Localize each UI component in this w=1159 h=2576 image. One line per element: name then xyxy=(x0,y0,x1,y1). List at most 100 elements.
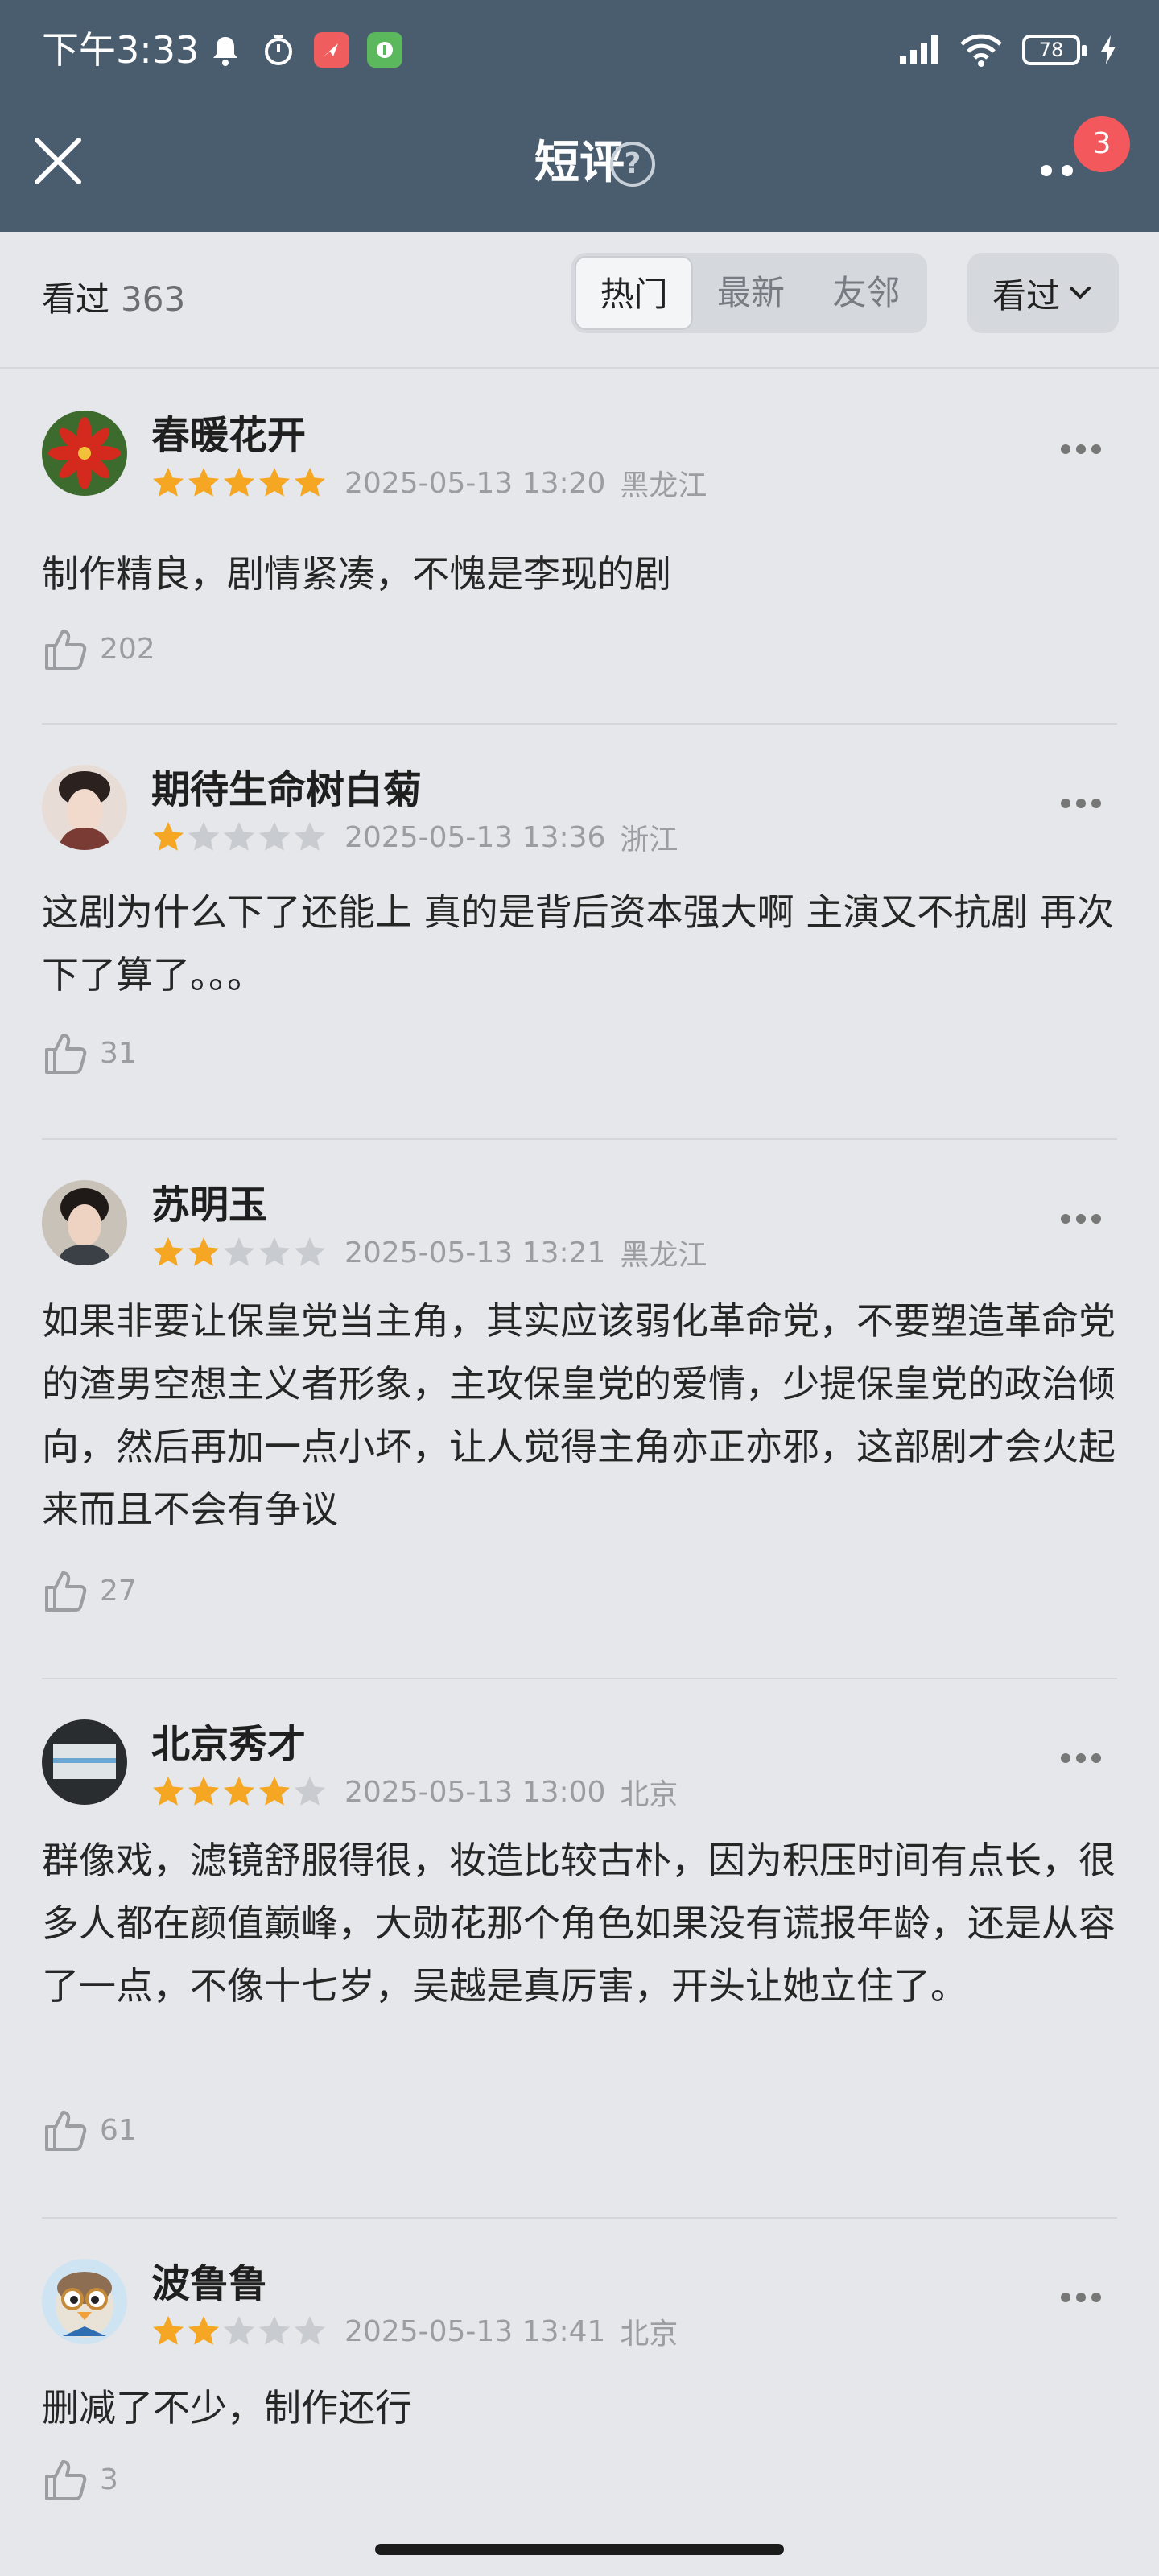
status-system-icons: 78 xyxy=(898,27,1117,72)
star-rating xyxy=(151,466,327,500)
status-bar: 下午3:33 78 xyxy=(0,0,1159,97)
watched-label: 看过 xyxy=(42,279,110,319)
more-options-icon[interactable] xyxy=(1059,797,1103,810)
username[interactable]: 春暖花开 xyxy=(151,412,306,459)
star-filled-icon xyxy=(224,1777,254,1806)
review-meta: 2025-05-13 13:20 黑龙江 xyxy=(151,465,707,502)
signal-icon xyxy=(900,35,938,64)
top-header: 下午3:33 78 短评 ? 3 xyxy=(0,0,1159,232)
star-empty-icon xyxy=(259,822,290,851)
avatar[interactable] xyxy=(42,765,127,850)
tab-latest[interactable]: 最新 xyxy=(693,256,808,330)
thumbs-up-icon xyxy=(45,1034,87,1074)
page-title: 短评 xyxy=(534,137,625,189)
review-item: 期待生命树白菊 2025-05-13 13:36 浙江 这剧为什么下了还能上 真… xyxy=(42,724,1117,1140)
avatar[interactable] xyxy=(42,1719,127,1805)
like-count: 3 xyxy=(100,2462,118,2496)
star-empty-icon xyxy=(224,2316,254,2345)
red-flower-avatar-icon xyxy=(42,411,127,496)
tab-hot[interactable]: 热门 xyxy=(575,256,694,330)
avatar[interactable] xyxy=(42,2259,127,2344)
notification-badge[interactable]: 3 xyxy=(1074,116,1130,172)
like-button[interactable]: 31 xyxy=(42,1029,137,1077)
review-location: 北京 xyxy=(620,2318,678,2351)
star-empty-icon xyxy=(295,1237,325,1266)
star-filled-icon xyxy=(188,2316,219,2345)
status-notification-icons xyxy=(208,27,402,72)
star-filled-icon xyxy=(153,822,184,851)
more-options-icon[interactable] xyxy=(1059,2291,1103,2304)
sort-tabs: 热门 最新 友邻 xyxy=(571,253,927,333)
charging-bolt-icon xyxy=(1101,35,1116,64)
watched-count: 363 xyxy=(121,279,186,319)
star-filled-icon xyxy=(224,468,254,497)
status-time: 下午3:33 xyxy=(42,28,200,72)
battery-icon: 78 xyxy=(1022,35,1087,65)
portrait-avatar-icon xyxy=(42,765,127,850)
avatar[interactable] xyxy=(42,411,127,496)
username[interactable]: 期待生命树白菊 xyxy=(151,766,422,813)
more-options-icon[interactable] xyxy=(1059,1212,1103,1225)
star-empty-icon xyxy=(295,822,325,851)
review-location: 浙江 xyxy=(620,824,678,857)
thumbs-up-icon xyxy=(45,1571,87,1612)
review-text: 如果非要让保皇党当主角，其实应该弱化革命党，不要塑造革命党的渣男空想主义者形象，… xyxy=(42,1299,1116,1531)
review-date: 2025-05-13 13:41 xyxy=(344,2314,606,2348)
watched-dropdown-label: 看过 xyxy=(992,275,1060,316)
star-filled-icon xyxy=(188,468,219,497)
like-count: 31 xyxy=(100,1036,137,1070)
like-button[interactable]: 202 xyxy=(42,625,155,673)
review-date: 2025-05-13 13:21 xyxy=(344,1236,606,1269)
star-empty-icon xyxy=(224,1237,254,1266)
star-empty-icon xyxy=(295,2316,325,2345)
app-notification-red-icon xyxy=(314,32,349,68)
help-icon[interactable]: ? xyxy=(610,142,655,187)
star-empty-icon xyxy=(259,1237,290,1266)
thumbs-up-icon xyxy=(45,630,87,670)
review-text: 删减了不少，制作还行 xyxy=(42,2386,412,2429)
tab-friends[interactable]: 友邻 xyxy=(809,256,924,330)
like-button[interactable]: 3 xyxy=(42,2455,118,2504)
username[interactable]: 北京秀才 xyxy=(151,1721,306,1768)
more-options-icon[interactable] xyxy=(1059,443,1103,456)
watched-summary: 看过 363 xyxy=(42,275,185,324)
review-item: 春暖花开 2025-05-13 13:20 黑龙江 制作精良，剧情紧凑，不愧是李… xyxy=(42,370,1117,724)
watched-dropdown[interactable]: 看过 xyxy=(967,253,1119,333)
star-filled-icon xyxy=(259,1777,290,1806)
star-filled-icon xyxy=(295,468,325,497)
review-meta: 2025-05-13 13:36 浙江 xyxy=(151,819,678,857)
portrait-avatar-icon xyxy=(42,1180,127,1265)
star-filled-icon xyxy=(153,1237,184,1266)
review-location: 黑龙江 xyxy=(620,469,707,502)
star-empty-icon xyxy=(188,822,219,851)
star-filled-icon xyxy=(188,1777,219,1806)
star-filled-icon xyxy=(259,468,290,497)
review-date: 2025-05-13 13:20 xyxy=(344,466,606,500)
star-empty-icon xyxy=(259,2316,290,2345)
avatar[interactable] xyxy=(42,1180,127,1265)
more-options-icon[interactable] xyxy=(1059,1752,1103,1765)
home-indicator[interactable] xyxy=(375,2544,784,2555)
review-meta: 2025-05-13 13:41 北京 xyxy=(151,2314,678,2351)
star-rating xyxy=(151,1236,327,1269)
review-item: 苏明玉 2025-05-13 13:21 黑龙江 如果非要让保皇党当主角，其实应… xyxy=(42,1140,1117,1679)
thumbs-up-icon xyxy=(45,2460,87,2500)
username[interactable]: 波鲁鲁 xyxy=(151,2260,267,2307)
like-button[interactable]: 61 xyxy=(42,2106,137,2154)
battery-level: 78 xyxy=(1038,39,1064,61)
star-empty-icon xyxy=(295,1777,325,1806)
like-button[interactable]: 27 xyxy=(42,1567,137,1615)
review-meta: 2025-05-13 13:21 黑龙江 xyxy=(151,1235,707,1272)
navigation-bar: 短评 ? 3 xyxy=(0,97,1159,232)
wifi-icon xyxy=(960,34,1002,67)
star-filled-icon xyxy=(153,2316,184,2345)
review-location: 黑龙江 xyxy=(620,1239,707,1272)
username[interactable]: 苏明玉 xyxy=(151,1182,267,1228)
review-text: 这剧为什么下了还能上 真的是背后资本强大啊 主演又不抗剧 再次下了算了。。。 xyxy=(42,890,1114,997)
review-item: 波鲁鲁 2025-05-13 13:41 北京 删减了不少，制作还行 3 xyxy=(42,2219,1117,2557)
timer-icon xyxy=(265,35,292,65)
review-location: 北京 xyxy=(620,1778,678,1811)
star-rating xyxy=(151,820,327,854)
review-date: 2025-05-13 13:00 xyxy=(344,1775,606,1809)
review-list: 春暖花开 2025-05-13 13:20 黑龙江 制作精良，剧情紧凑，不愧是李… xyxy=(42,370,1117,2557)
